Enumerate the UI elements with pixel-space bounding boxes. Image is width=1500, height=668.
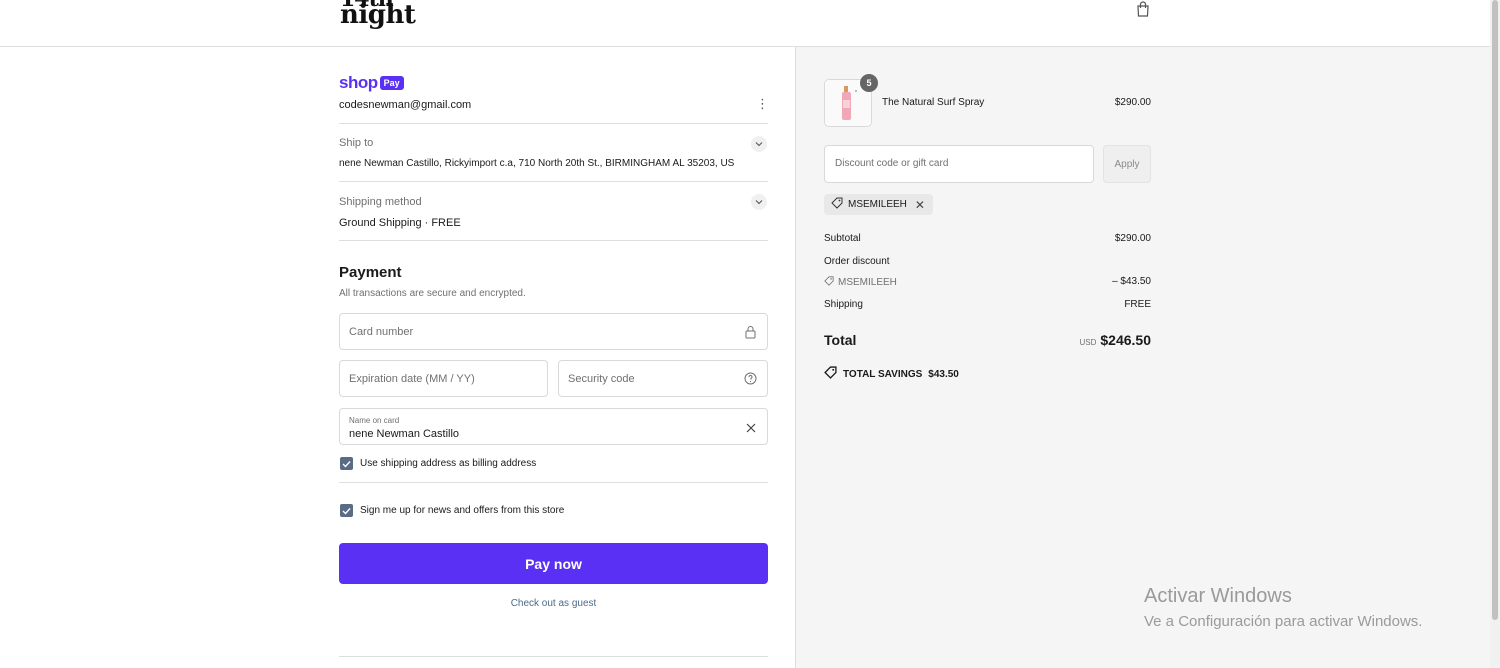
product-name: The Natural Surf Spray — [882, 97, 985, 108]
tag-icon — [831, 197, 843, 212]
name-on-card-value: nene Newman Castillo — [349, 428, 460, 440]
windows-activation-title: Activar Windows — [1144, 585, 1292, 607]
checkout-as-guest-link[interactable]: Check out as guest — [339, 598, 768, 609]
tag-icon — [824, 276, 834, 289]
page-scrollbar[interactable] — [1490, 0, 1500, 668]
discount-code-input[interactable]: Discount code or gift card — [824, 145, 1094, 183]
checkout-page: 14th night 5 The Natural Surf Spray $290… — [0, 0, 1500, 668]
product-price: $290.00 — [1114, 97, 1151, 108]
windows-activation-subtitle: Ve a Configuración para activar Windows. — [1144, 613, 1423, 630]
help-icon[interactable] — [744, 372, 757, 390]
savings-label: TOTAL SAVINGS — [843, 368, 923, 380]
store-logo[interactable]: 14th night — [340, 0, 416, 30]
logo-line2: night — [340, 0, 416, 30]
divider — [339, 482, 768, 483]
ship-to-address: nene Newman Castillo, Rickyimport c.a, 7… — [339, 158, 735, 169]
shopping-bag-icon[interactable] — [1134, 0, 1152, 18]
shipping-value: FREE — [1124, 299, 1151, 310]
newsletter-checkbox[interactable] — [340, 504, 353, 517]
shipping-method-value: Ground Shipping · FREE — [339, 217, 461, 229]
subtotal-value: $290.00 — [1114, 233, 1151, 244]
divider — [339, 181, 768, 182]
applied-code: MSEMILEEH — [848, 199, 907, 210]
discount-code-row: MSEMILEEH — [824, 276, 897, 289]
name-on-card-label: Name on card — [349, 416, 400, 425]
order-discount-label: Order discount — [824, 256, 890, 267]
name-on-card-input[interactable]: Name on card nene Newman Castillo — [339, 408, 768, 445]
pay-now-button[interactable]: Pay now — [339, 543, 768, 584]
shipping-method-label: Shipping method — [339, 196, 422, 208]
security-code-input[interactable]: Security code — [558, 360, 768, 397]
discount-code-text: MSEMILEEH — [838, 277, 897, 288]
newsletter-label: Sign me up for news and offers from this… — [360, 505, 565, 516]
total-label: Total — [824, 332, 857, 348]
header: 14th night — [0, 0, 1490, 47]
applied-discount-chip: MSEMILEEH ✕ — [824, 194, 933, 215]
payment-subtitle: All transactions are secure and encrypte… — [339, 288, 526, 299]
billing-address-label: Use shipping address as billing address — [360, 458, 537, 469]
more-options-icon[interactable]: ⋮ — [756, 97, 769, 111]
card-number-placeholder: Card number — [349, 326, 414, 338]
clear-icon[interactable] — [745, 421, 757, 439]
discount-placeholder: Discount code or gift card — [835, 158, 949, 169]
lock-icon — [744, 325, 757, 344]
shipping-label: Shipping — [824, 299, 863, 310]
discount-value: – $43.50 — [1112, 276, 1151, 287]
shop-pay-logo: shop Pay — [339, 73, 404, 93]
apply-button[interactable]: Apply — [1103, 145, 1151, 183]
expiration-placeholder: Expiration date (MM / YY) — [349, 373, 475, 385]
shop-pay-brand: shop — [339, 73, 378, 92]
divider — [339, 656, 768, 657]
billing-address-checkbox[interactable] — [340, 457, 353, 470]
shop-pay-badge: Pay — [379, 76, 404, 90]
total-amount: USD $246.50 — [1026, 332, 1152, 350]
order-summary: 5 The Natural Surf Spray $290.00 Discoun… — [795, 47, 1490, 668]
total-savings: TOTAL SAVINGS $43.50 — [824, 366, 959, 382]
ship-to-label: Ship to — [339, 137, 374, 149]
payment-title: Payment — [339, 264, 402, 281]
chevron-down-icon[interactable] — [751, 194, 767, 210]
remove-discount-icon[interactable]: ✕ — [915, 198, 925, 212]
total-value: $246.50 — [1100, 332, 1151, 348]
chevron-down-icon[interactable] — [751, 136, 767, 152]
savings-value: $43.50 — [928, 368, 959, 380]
expiration-date-input[interactable]: Expiration date (MM / YY) — [339, 360, 548, 397]
divider — [339, 123, 768, 124]
security-placeholder: Security code — [568, 373, 635, 385]
subtotal-label: Subtotal — [824, 233, 861, 244]
quantity-badge: 5 — [860, 74, 878, 92]
scrollbar-thumb[interactable] — [1492, 0, 1498, 620]
savings-tag-icon — [824, 366, 837, 382]
card-number-input[interactable]: Card number — [339, 313, 768, 350]
currency-code: USD — [1079, 338, 1097, 347]
account-email: codesnewman@gmail.com — [339, 99, 472, 111]
divider — [339, 240, 768, 241]
